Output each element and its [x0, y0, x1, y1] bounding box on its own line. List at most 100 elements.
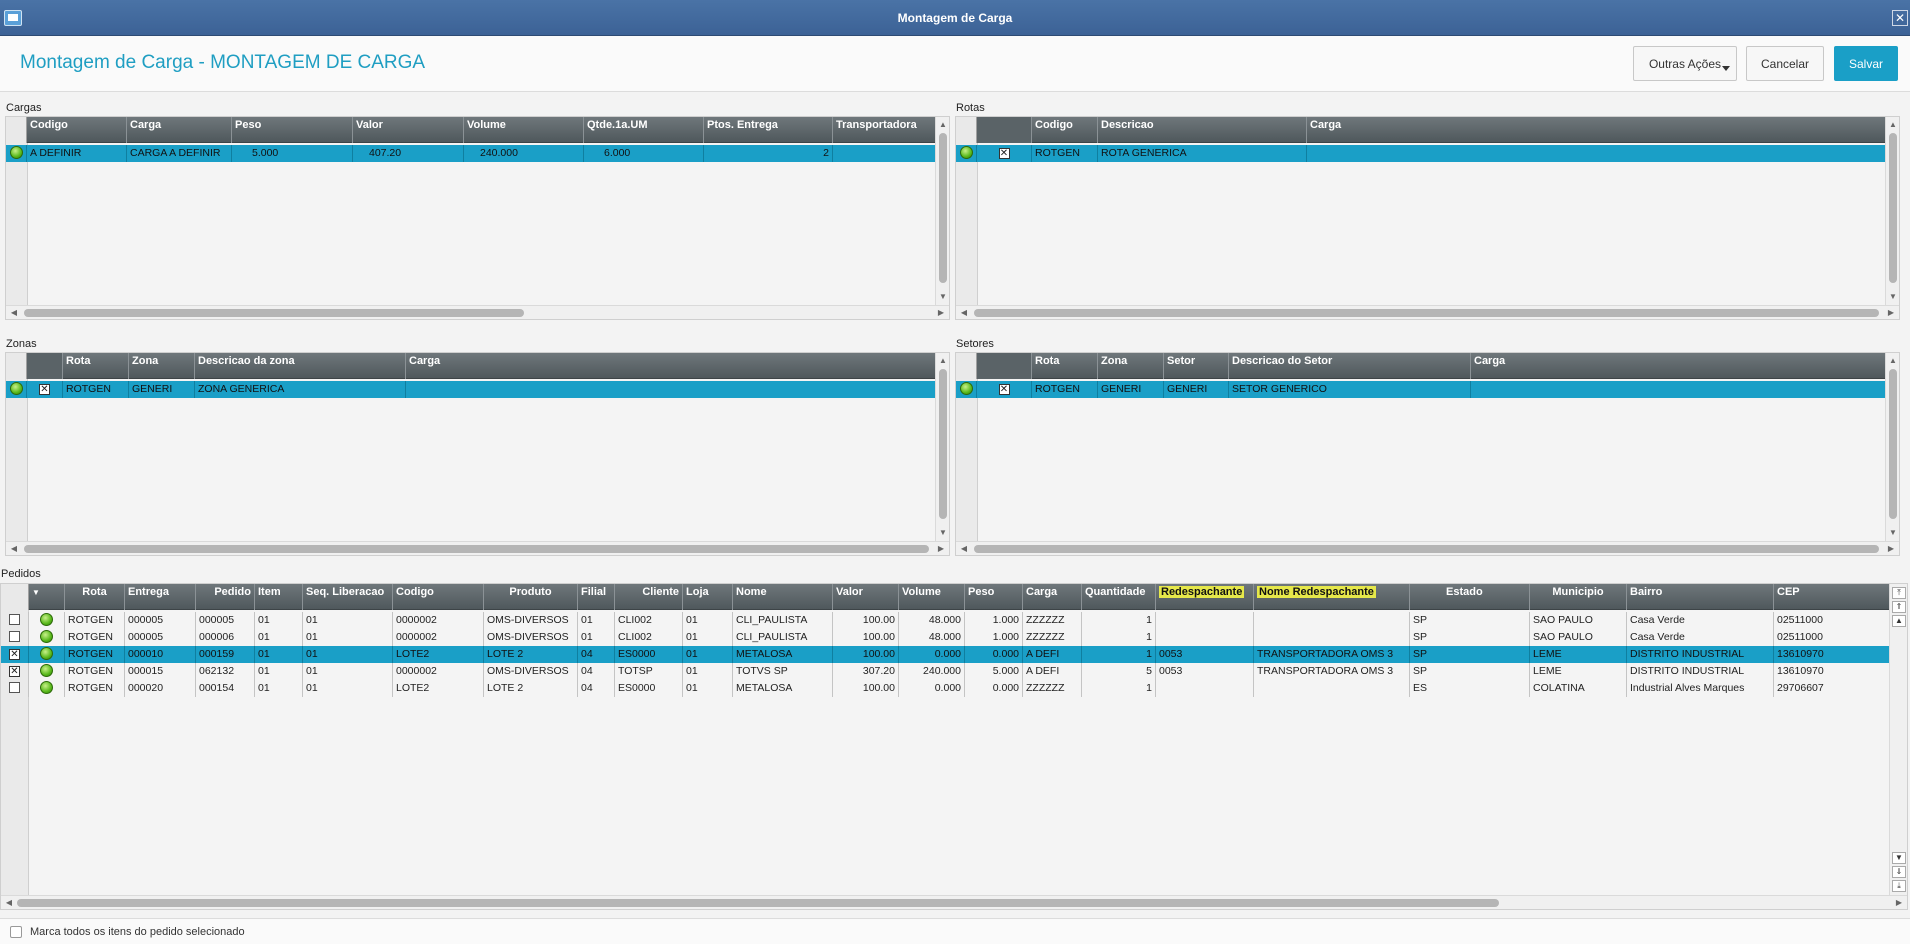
scroll-up-icon[interactable]: ▲ — [1886, 119, 1900, 131]
checked-box-icon[interactable]: ✕ — [9, 666, 20, 677]
mark-cell[interactable]: ✕ — [977, 145, 1032, 162]
scroll-bottom-icon[interactable]: ⤓ — [1892, 880, 1906, 892]
scroll-right-icon[interactable]: ▶ — [1885, 542, 1897, 556]
zonas-col-descricao[interactable]: Descricao da zona — [195, 353, 406, 379]
pedidos-col-nome[interactable]: Nome — [733, 584, 833, 610]
table-row[interactable]: ✕ ROTGEN GENERI ZONA GENERICA — [6, 381, 937, 398]
scroll-right-icon[interactable]: ▶ — [1893, 896, 1905, 910]
checked-box-icon[interactable]: ✕ — [998, 148, 1010, 159]
pedidos-col-seq[interactable]: Seq. Liberacao — [303, 584, 393, 610]
cargas-col-qtde[interactable]: Qtde.1a.UM — [584, 117, 704, 143]
pedidos-col-estado[interactable]: Estado — [1410, 584, 1530, 610]
setores-col-setor[interactable]: Setor — [1164, 353, 1229, 379]
row-check-cell[interactable] — [1, 680, 29, 697]
pedidos-col-loja[interactable]: Loja — [683, 584, 733, 610]
mark-cell[interactable]: ✕ — [977, 381, 1032, 398]
row-check-cell[interactable] — [1, 612, 29, 629]
row-check-cell[interactable]: ✕ — [1, 663, 29, 680]
outras-acoes-button[interactable]: Outras Ações — [1633, 46, 1737, 81]
rotas-col-codigo[interactable]: Codigo — [1032, 117, 1098, 143]
table-row[interactable]: ✕ ROTGEN GENERI GENERI SETOR GENERICO — [956, 381, 1887, 398]
scroll-up-icon[interactable]: ▲ — [936, 355, 950, 367]
vertical-scrollbar[interactable]: ▲ ▼ — [1885, 117, 1899, 305]
mark-all-checkbox[interactable] — [10, 926, 22, 938]
scroll-thumb[interactable] — [1889, 369, 1897, 519]
scroll-down-icon[interactable]: ▼ — [936, 291, 950, 303]
vertical-scrollbar[interactable]: ▲ ▼ — [1885, 353, 1899, 541]
page-down-icon[interactable]: ⇓ — [1892, 866, 1906, 878]
scroll-left-icon[interactable]: ◀ — [958, 542, 970, 556]
setores-col-rota[interactable]: Rota — [1032, 353, 1098, 379]
pedidos-col-cliente[interactable]: Cliente — [615, 584, 683, 610]
cargas-col-valor[interactable]: Valor — [353, 117, 464, 143]
pedidos-col-cep[interactable]: CEP — [1774, 584, 1891, 610]
pedidos-col-municipio[interactable]: Municipio — [1530, 584, 1627, 610]
scroll-up-icon[interactable]: ▲ — [1892, 615, 1906, 627]
pedidos-col-pedido[interactable]: Pedido — [196, 584, 255, 610]
table-row[interactable]: ROTGEN 000005 000005 01 01 0000002 OMS-DIVERSO… — [1, 612, 1891, 629]
table-row[interactable]: ✕ ROTGEN ROTA GENERICA — [956, 145, 1887, 162]
scroll-right-icon[interactable]: ▶ — [1885, 306, 1897, 320]
scroll-down-icon[interactable]: ▼ — [936, 527, 950, 539]
vertical-scrollbar[interactable]: ▲ ▼ — [935, 117, 949, 305]
horizontal-scrollbar[interactable]: ◀ ▶ — [956, 541, 1899, 555]
mark-cell[interactable]: ✕ — [27, 381, 63, 398]
scroll-right-icon[interactable]: ▶ — [935, 542, 947, 556]
vertical-scrollbar[interactable]: ⤒ ⇑ ▲ ▼ ⇓ ⤓ — [1889, 584, 1907, 895]
scroll-top-icon[interactable]: ⤒ — [1892, 587, 1906, 599]
pedidos-col-redespachante[interactable]: Redespachante — [1156, 584, 1254, 610]
pedidos-col-peso[interactable]: Peso — [965, 584, 1023, 610]
cargas-col-codigo[interactable]: Codigo — [27, 117, 127, 143]
pedidos-col-valor[interactable]: Valor — [833, 584, 899, 610]
table-row[interactable]: ROTGEN 000005 000006 01 01 0000002 OMS-DIVERSO… — [1, 629, 1891, 646]
scroll-right-icon[interactable]: ▶ — [935, 306, 947, 320]
scroll-left-icon[interactable]: ◀ — [8, 306, 20, 320]
scroll-up-icon[interactable]: ▲ — [936, 119, 950, 131]
page-up-icon[interactable]: ⇑ — [1892, 601, 1906, 613]
scroll-left-icon[interactable]: ◀ — [8, 542, 20, 556]
scroll-thumb[interactable] — [939, 369, 947, 519]
horizontal-scrollbar[interactable]: ◀ ▶ — [1, 895, 1907, 909]
close-icon[interactable]: ✕ — [1892, 10, 1908, 26]
rotas-col-descricao[interactable]: Descricao — [1098, 117, 1307, 143]
zonas-col-rota[interactable]: Rota — [63, 353, 129, 379]
pedidos-col-nome-redespachante[interactable]: Nome Redespachante — [1254, 584, 1410, 610]
scroll-thumb[interactable] — [1889, 133, 1897, 283]
vertical-scrollbar[interactable]: ▲ ▼ — [935, 353, 949, 541]
checked-box-icon[interactable]: ✕ — [9, 649, 20, 660]
rotas-col-carga[interactable]: Carga — [1307, 117, 1887, 143]
save-button[interactable]: Salvar — [1834, 46, 1898, 81]
unchecked-box-icon[interactable] — [9, 614, 20, 625]
row-check-cell[interactable] — [1, 629, 29, 646]
scroll-left-icon[interactable]: ◀ — [958, 306, 970, 320]
pedidos-col-filial[interactable]: Filial — [578, 584, 615, 610]
pedidos-col-codigo[interactable]: Codigo — [393, 584, 484, 610]
pedidos-grid[interactable]: ▼ Rota Entrega Pedido Item Seq. Liberaca… — [0, 583, 1908, 910]
cancel-button[interactable]: Cancelar — [1746, 46, 1824, 81]
checked-box-icon[interactable]: ✕ — [39, 384, 50, 395]
zonas-grid[interactable]: Rota Zona Descricao da zona Carga ✕ ROTG… — [5, 352, 950, 556]
cargas-col-volume[interactable]: Volume — [464, 117, 584, 143]
scroll-thumb[interactable] — [24, 545, 929, 553]
scroll-thumb[interactable] — [939, 133, 947, 283]
horizontal-scrollbar[interactable]: ◀ ▶ — [956, 305, 1899, 319]
scroll-down-icon[interactable]: ▼ — [1886, 291, 1900, 303]
cargas-grid[interactable]: Codigo Carga Peso Valor Volume Qtde.1a.U… — [5, 116, 950, 320]
scroll-thumb[interactable] — [17, 899, 1499, 907]
pedidos-col-carga[interactable]: Carga — [1023, 584, 1082, 610]
zonas-col-zona[interactable]: Zona — [129, 353, 195, 379]
cargas-col-ptos[interactable]: Ptos. Entrega — [704, 117, 833, 143]
checked-box-icon[interactable]: ✕ — [998, 384, 1010, 395]
rotas-grid[interactable]: Codigo Descricao Carga ✕ ROTGEN ROTA GEN… — [955, 116, 1900, 320]
table-row[interactable]: ✕ ROTGEN 000010 000159 01 01 LOTE2 LOTE 2 04 ES00… — [1, 646, 1891, 663]
scroll-thumb[interactable] — [974, 545, 1879, 553]
pedidos-col-entrega[interactable]: Entrega — [125, 584, 196, 610]
scroll-thumb[interactable] — [974, 309, 1879, 317]
horizontal-scrollbar[interactable]: ◀ ▶ — [6, 305, 949, 319]
pedidos-col-quantidade[interactable]: Quantidade — [1082, 584, 1156, 610]
row-check-cell[interactable]: ✕ — [1, 646, 29, 663]
pedidos-col-produto[interactable]: Produto — [484, 584, 578, 610]
cargas-col-peso[interactable]: Peso — [232, 117, 353, 143]
pedidos-col-volume[interactable]: Volume — [899, 584, 965, 610]
setores-col-zona[interactable]: Zona — [1098, 353, 1164, 379]
